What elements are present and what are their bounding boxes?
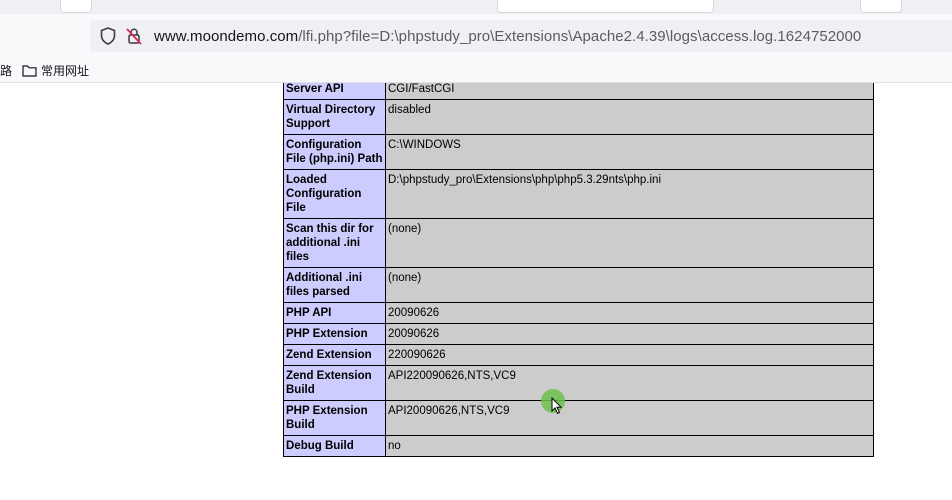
table-row: Additional .ini files parsed (none) [283, 267, 874, 303]
url-host: www.moondemo.com [154, 27, 299, 45]
row-value: (none) [385, 218, 874, 268]
row-value: disabled [385, 99, 874, 135]
table-row: Server API CGI/FastCGI [283, 83, 874, 100]
browser-toolbar: www.moondemo.com/lfi.php?file=D:\phpstud… [0, 14, 952, 58]
table-row: Loaded Configuration File D:\phpstudy_pro… [283, 169, 874, 219]
page-content: instantclient\,shared" "--with-oci8=... … [0, 83, 952, 500]
url-bar[interactable]: www.moondemo.com/lfi.php?file=D:\phpstud… [90, 20, 952, 52]
row-value: (none) [385, 267, 874, 303]
url-path: /lfi.php?file=D:\phpstudy_pro\Extensions… [298, 27, 862, 45]
row-key: Configuration File (php.ini) Path [283, 134, 386, 170]
shield-icon[interactable] [98, 26, 118, 46]
table-row: Zend Extension Build API220090626,NTS,VC9 [283, 365, 874, 401]
table-row: Debug Build no [283, 435, 874, 457]
table-row: Scan this dir for additional .ini files(… [283, 218, 874, 268]
tab-strip [0, 0, 952, 14]
row-key: Zend Extension Build [283, 365, 386, 401]
row-value: 220090626 [385, 344, 874, 366]
row-key: Additional .ini files parsed [283, 267, 386, 303]
row-key: PHP Extension Build [283, 400, 386, 436]
row-key: Scan this dir for additional .ini files [283, 218, 386, 268]
folder-icon [22, 64, 37, 77]
bookmark-folder-common-sites[interactable]: 常用网址 [22, 61, 89, 79]
table-row: PHP API 20090626 [283, 302, 874, 324]
row-key: Debug Build [283, 435, 386, 457]
table-row: Configuration File (php.ini) Path C:\WIND… [283, 134, 874, 170]
tab-fragment[interactable] [60, 0, 92, 13]
row-key: Loaded Configuration File [283, 169, 386, 219]
bookmark-item-fragment[interactable]: 路 [0, 61, 12, 79]
row-value: C:\WINDOWS [385, 134, 874, 170]
row-value: API20090626,NTS,VC9 [385, 400, 874, 436]
row-key: Server API [283, 83, 386, 100]
row-value: no [385, 435, 874, 457]
row-key: Virtual Directory Support [283, 99, 386, 135]
table-row: Virtual Directory Support disabled [283, 99, 874, 135]
bookmark-label: 路 [0, 63, 13, 78]
mouse-cursor-icon [551, 396, 563, 420]
row-value: CGI/FastCGI [385, 83, 874, 100]
row-value: 20090626 [385, 323, 874, 345]
no-permission-icon[interactable] [124, 26, 144, 46]
table-row: PHP Extension 20090626 [283, 323, 874, 345]
row-key: Zend Extension [283, 344, 386, 366]
tab-fragment[interactable] [497, 0, 714, 13]
row-key: PHP Extension [283, 323, 386, 345]
bookmarks-toolbar: 路 常用网址 [0, 58, 952, 83]
row-value: 20090626 [385, 302, 874, 324]
bookmark-folder-label: 常用网址 [41, 63, 90, 78]
phpinfo-table: instantclient\,shared" "--with-oci8=... … [283, 83, 874, 457]
table-row: Zend Extension 220090626 [283, 344, 874, 366]
row-value: API220090626,NTS,VC9 [385, 365, 874, 401]
tab-fragment[interactable] [860, 0, 902, 13]
url-text[interactable]: www.moondemo.com/lfi.php?file=D:\phpstud… [154, 28, 861, 45]
row-key: PHP API [283, 302, 386, 324]
row-value: D:\phpstudy_pro\Extensions\php\php5.3.29… [385, 169, 874, 219]
table-row: PHP Extension Build API20090626,NTS,VC9 [283, 400, 874, 436]
